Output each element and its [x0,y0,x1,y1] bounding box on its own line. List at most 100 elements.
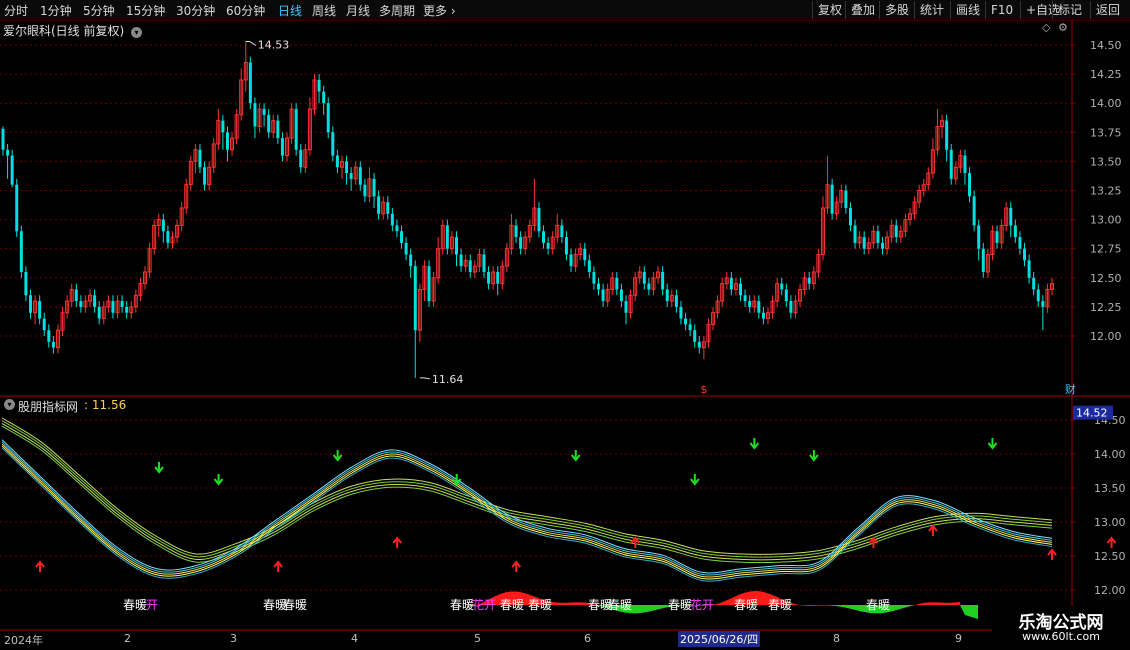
candle [656,266,661,284]
candle [733,277,738,296]
buy-arrow-icon [630,536,641,548]
candle [953,161,958,185]
period-tab-intraday[interactable]: 分时 [4,2,28,19]
candle [472,260,477,278]
candle-body [848,207,852,226]
candle [97,301,101,325]
period-tab-15min[interactable]: 15分钟 [126,2,165,19]
candle [413,260,417,378]
candle-body [981,248,985,272]
candle [724,271,729,290]
candle [1013,219,1017,243]
candle [720,277,725,307]
restore-rights-button[interactable]: 复权 [812,1,842,19]
settings-icon[interactable]: ⚙ [1058,21,1068,34]
candle-body [454,237,458,255]
candle [500,260,505,290]
period-tab-multi[interactable]: 多周期 [379,2,415,19]
candle-body [166,231,170,243]
indicator-menu-icon[interactable]: ▾ [4,399,15,410]
candle [496,266,500,296]
candle [88,289,93,307]
price-tick-label: 12.00 [1090,330,1122,343]
candle-body [647,283,651,290]
candle-body [693,330,697,342]
candle [377,190,381,220]
candle-body [390,213,394,226]
candle-body [729,277,733,290]
price-tick-label: 12.25 [1090,301,1122,314]
candle [903,213,908,238]
candle [55,324,60,354]
candle-body [564,237,568,255]
indicator-tick-label: 13.00 [1094,516,1126,529]
candle-body [10,155,14,185]
candle [1032,271,1036,296]
date-label-apr: 4 [351,632,358,645]
signal-label: 花开 [690,597,714,612]
buy-arrow-icon [1047,548,1057,560]
candle [977,219,981,261]
candle [839,184,844,208]
candle [757,295,761,319]
mark-button[interactable]: 标记 [1052,1,1082,19]
candle [651,271,656,296]
candle-body [19,231,23,272]
overlay-button[interactable]: 叠加 [845,1,875,19]
candle [152,219,157,255]
candle-body [400,231,404,243]
histogram-negative-tail [960,605,978,619]
candle-body [322,91,326,104]
statistics-button[interactable]: 统计 [914,1,944,19]
candle [1,126,5,156]
candle [739,277,743,302]
period-tab-30min[interactable]: 30分钟 [176,2,215,19]
candle-body [79,301,83,307]
candle [889,219,894,243]
back-button[interactable]: 返回 [1090,1,1120,19]
candle [188,155,193,191]
period-tab-1min[interactable]: 1分钟 [40,2,72,19]
period-tab-60min[interactable]: 60分钟 [226,2,265,19]
multi-stock-button[interactable]: 多股 [879,1,909,19]
candle [299,143,303,174]
candle [147,242,152,278]
chevron-down-icon[interactable]: ▾ [131,27,143,38]
candle [395,219,399,238]
candle [761,306,765,325]
price-tick-label: 13.75 [1090,126,1122,139]
period-tab-daily[interactable]: 日线 [278,2,302,19]
candle [550,231,555,255]
sell-arrow-icon [451,474,462,486]
candle [449,231,454,255]
diamond-icon[interactable]: ◇ [1042,21,1050,34]
candle-body [761,312,765,319]
price-tick-label: 12.50 [1090,272,1122,285]
candle-body [335,155,339,168]
candle [477,248,482,272]
candle [106,295,111,313]
candle-body [38,301,42,319]
slow-ribbon-line [1,425,1053,564]
candle [885,231,890,255]
period-tab-monthly[interactable]: 月线 [346,2,370,19]
buy-arrow-icon [35,560,45,572]
candle [19,225,23,278]
candle [597,277,601,296]
candle [1036,283,1040,307]
candle [390,207,394,232]
candle [436,237,441,284]
draw-line-button[interactable]: 画线 [950,1,980,19]
candle-body [427,266,431,302]
period-tab-more[interactable]: 更多 › [423,2,456,19]
candle-body [51,341,55,348]
candle-body [697,341,701,348]
candle [527,219,532,243]
period-tab-5min[interactable]: 5分钟 [83,2,115,19]
period-tab-weekly[interactable]: 周线 [312,2,336,19]
candle-body [807,277,811,284]
candle [83,295,88,313]
candle [120,295,124,313]
candle [752,295,757,313]
f10-button[interactable]: F10 [985,1,1013,19]
